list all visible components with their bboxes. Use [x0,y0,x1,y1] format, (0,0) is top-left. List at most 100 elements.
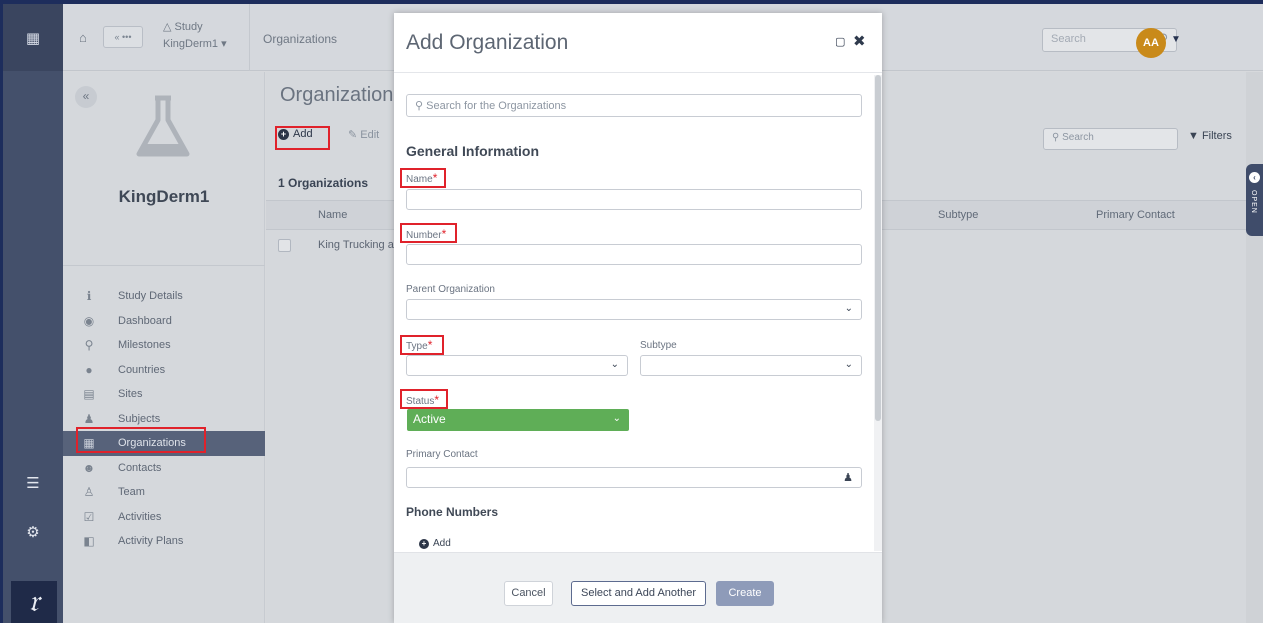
add-phone-label: Add [433,538,451,549]
close-icon[interactable]: ✖ [853,32,866,50]
list-icon[interactable]: ☰ [3,474,63,492]
team-icon: ♙ [83,485,95,499]
highlight-box [400,335,444,355]
organization-search-input[interactable]: ⚲ Search for the Organizations [406,94,862,117]
gear-icon[interactable]: ⚙ [3,523,63,541]
list-search-placeholder: Search [1062,132,1094,143]
column-header-subtype[interactable]: Subtype [938,209,978,221]
filters-button[interactable]: ▼ Filters [1188,130,1232,142]
select-and-add-another-button[interactable]: Select and Add Another [571,581,706,606]
subtype-select[interactable]: ⌄ [640,355,862,376]
apps-grid-icon[interactable]: ▦ [3,4,63,71]
right-edge-panel [1246,72,1263,623]
sidebar-item-label: Countries [118,363,166,376]
sidebar-item-label: Study Details [118,290,183,302]
subtype-label: Subtype [640,340,677,351]
divider [63,265,265,266]
name-field[interactable] [406,189,862,210]
list-search-input[interactable]: ⚲ Search [1043,128,1178,150]
parent-organization-select[interactable]: ⌄ [406,299,862,320]
edit-button[interactable]: ✎ Edit [348,128,379,141]
clipboard-icon: ▤ [83,387,95,401]
organization-search-placeholder: Search for the Organizations [426,100,567,112]
type-select[interactable]: ⌄ [406,355,628,376]
highlight-box [275,126,330,150]
study-side-panel: « KingDerm1 ℹ Study Details ◉ Dashboard ⚲ M… [63,72,265,623]
maximize-icon[interactable]: ▢ [835,35,845,48]
dialog-scrollbar[interactable] [874,75,882,551]
sidebar-item-label: Activities [118,510,162,523]
status-select-value: Active [413,412,446,426]
sidebar-item-label: Dashboard [118,314,172,327]
collapse-panel-button[interactable]: « [75,86,97,108]
person-icon[interactable]: ♟ [843,471,853,484]
divider [249,4,250,71]
sidebar-item-team[interactable]: ♙ Team [63,480,265,505]
study-switcher[interactable]: △ Study KingDerm1 ▾ [163,20,227,50]
record-count: 1 Organizations [278,176,369,190]
flask-icon [136,95,190,157]
sidebar-item-sites[interactable]: ▤ Sites [63,382,265,407]
cancel-button[interactable]: Cancel [504,581,553,606]
chevron-down-icon: ⌄ [844,359,853,370]
row-checkbox[interactable] [278,239,291,252]
highlight-box [400,168,446,188]
sidebar-item-contacts[interactable]: ☻ Contacts [63,456,265,481]
info-icon: ℹ [86,289,92,303]
sidebar-item-countries[interactable]: ● Countries [63,358,265,383]
sidebar-item-activity-plans[interactable]: ◧ Activity Plans [63,529,265,554]
caret-down-icon[interactable]: ▼ [1171,34,1181,45]
primary-contact-label: Primary Contact [406,449,478,460]
search-icon: ⚲ [415,100,424,112]
open-panel-tab[interactable]: ‹ OPEN [1246,164,1263,236]
arrow-left-circle-icon: ‹ [1249,172,1260,183]
contacts-icon: ☻ [82,460,96,475]
highlight-box [76,427,206,453]
edit-button-label: Edit [360,129,380,141]
search-icon: ⚲ [1052,132,1060,143]
home-icon[interactable]: ⌂ [79,30,87,45]
sidebar-item-label: Contacts [118,461,162,474]
add-phone-button[interactable]: + Add [419,538,451,549]
back-button[interactable]: « ••• [103,26,143,48]
status-select[interactable]: Active ⌄ [407,409,629,431]
column-header-name[interactable]: Name [318,209,347,221]
dashboard-icon: ◉ [83,313,95,328]
chevron-down-icon: ⌄ [612,413,621,424]
open-tab-label: OPEN [1250,190,1257,214]
sidebar-item-milestones[interactable]: ⚲ Milestones [63,333,265,358]
caret-down-icon: ▾ [221,38,227,50]
avatar[interactable]: AA [1136,28,1166,58]
dialog-header: Add Organization ▢ ✖ [394,13,882,73]
calendar-check-icon: ☑ [83,509,95,524]
study-title: KingDerm1 [118,187,210,206]
filters-label: Filters [1201,130,1232,142]
section-title-phone-numbers: Phone Numbers [406,505,499,519]
map-pin-icon: ⚲ [84,338,94,352]
global-search-placeholder: Search [1051,33,1086,45]
pencil-icon: ✎ [348,129,358,141]
flask-icon: △ [163,21,172,33]
column-header-primary-contact[interactable]: Primary Contact [1096,209,1175,221]
add-organization-dialog: Add Organization ▢ ✖ ⚲ Search for the Or… [394,13,882,623]
sidebar-item-study-details[interactable]: ℹ Study Details [63,284,265,309]
create-button[interactable]: Create [716,581,774,606]
sidebar-item-activities[interactable]: ☑ Activities [63,505,265,530]
sidebar-item-label: Subjects [118,412,161,425]
breadcrumb[interactable]: Organizations [263,32,337,46]
highlight-box [400,223,457,243]
number-field[interactable] [406,244,862,265]
scrollbar-thumb[interactable] [875,75,881,421]
chevron-down-icon: ⌄ [610,359,619,370]
chevron-down-icon: ⌄ [844,303,853,314]
study-switcher-name: KingDerm1 [163,38,219,50]
dialog-body: ⚲ Search for the Organizations General I… [394,74,882,552]
table-cell-name[interactable]: King Trucking an [318,239,400,251]
plus-circle-icon: + [419,539,429,549]
primary-contact-field[interactable]: ♟ [406,467,862,488]
sidebar-item-label: Milestones [118,339,171,351]
page-title: Organization [280,84,394,106]
sidebar-item-dashboard[interactable]: ◉ Dashboard [63,309,265,334]
section-title-general: General Information [406,143,540,159]
globe-icon: ● [85,362,93,377]
